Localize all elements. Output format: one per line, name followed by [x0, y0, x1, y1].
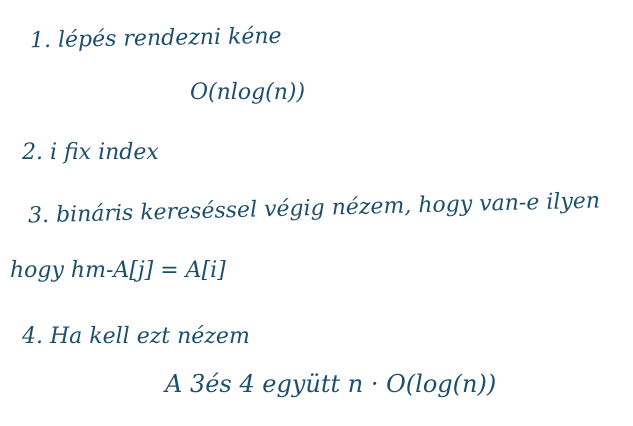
step-4-complexity: A 3és 4 együtt n · O(log(n)) [165, 370, 497, 398]
handwritten-note-canvas: 1. lépés rendezni kéne O(nlog(n)) 2. i f… [0, 0, 633, 426]
step-3-continuation: hogy hm-A[j] = A[i] [10, 258, 226, 283]
step-1-text: 1. lépés rendezni kéne [29, 23, 282, 54]
step-2-text: 2. i fix index [22, 140, 159, 165]
step-3-text: 3. bináris kereséssel végig nézem, hogy … [27, 188, 601, 229]
step-1-complexity: O(nlog(n)) [190, 80, 306, 105]
step-4-text: 4. Ha kell ezt nézem [22, 324, 250, 349]
